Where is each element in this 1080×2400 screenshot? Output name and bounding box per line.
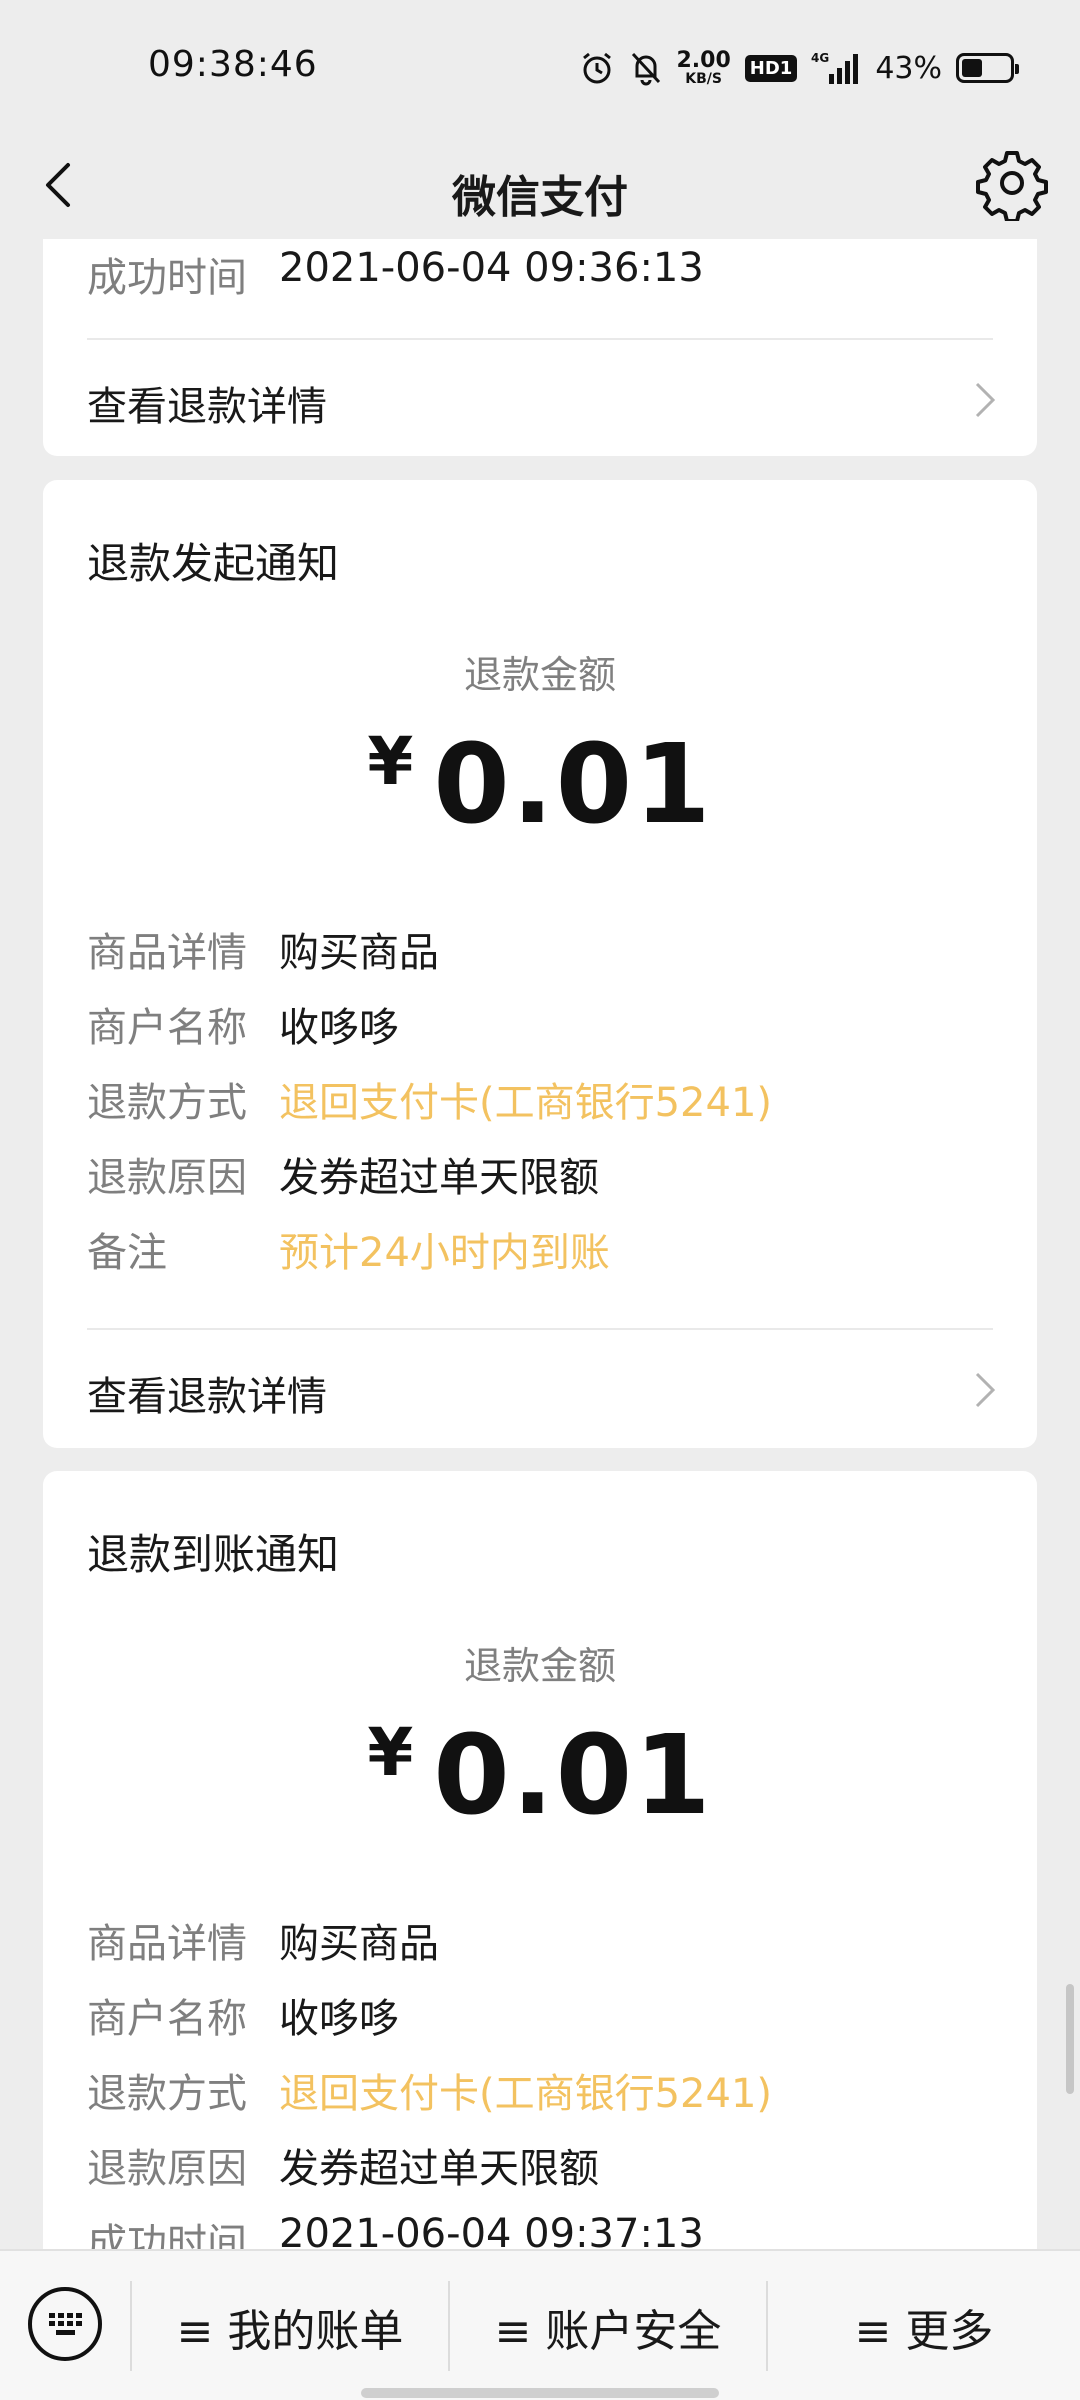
amount-value: 0.01: [433, 1711, 713, 1839]
info-row-refund-reason: 退款原因 发券超过单天限额: [87, 1145, 599, 1203]
menu-more[interactable]: ≡ 更多: [768, 2251, 1080, 2400]
info-row-success-time: 成功时间 2021-06-04 09:37:13: [87, 2211, 704, 2249]
alarm-icon: [582, 52, 611, 84]
battery-fill: [962, 59, 982, 77]
battery-icon: [956, 53, 1019, 83]
mute-bell-icon: [631, 52, 660, 86]
info-value: 收哆哆: [279, 1996, 399, 2042]
info-key: 商户名称: [87, 1005, 247, 1051]
info-value: 退回支付卡(工商银行5241): [279, 2071, 773, 2117]
net-speed: 2.00 KB/S: [676, 48, 731, 87]
info-key: 成功时间: [87, 255, 247, 301]
info-row-refund-method: 退款方式 退回支付卡(工商银行5241): [87, 1070, 772, 1128]
page-title: 微信支付: [452, 172, 628, 223]
net-speed-unit: KB/S: [685, 71, 722, 87]
status-bar: 09:38:46 2.00 KB/S HD1 4G 43%: [0, 0, 1080, 135]
refund-received-card: 退款到账通知 退款金额 ¥0.01 商品详情 购买商品 商户名称 收哆哆 退款方…: [43, 1471, 1037, 2249]
home-indicator[interactable]: [361, 2388, 719, 2398]
chevron-right-icon: [975, 382, 996, 418]
info-row-product: 商品详情 购买商品: [87, 1911, 439, 1969]
info-row-refund-reason: 退款原因 发券超过单天限额: [87, 2136, 599, 2194]
info-row-remark: 备注 预计24小时内到账: [87, 1220, 610, 1278]
signal-icon: 4G: [811, 51, 859, 84]
refund-amount: ¥0.01: [43, 720, 1037, 848]
info-row-merchant: 商户名称 收哆哆: [87, 995, 399, 1053]
link-label: 查看退款详情: [87, 1374, 327, 1420]
keyboard-icon: [49, 2313, 82, 2335]
keyboard-toggle-button[interactable]: [28, 2287, 102, 2361]
chevron-right-icon: [975, 1372, 996, 1408]
net-speed-value: 2.00: [676, 48, 731, 73]
info-key: 商品详情: [87, 1921, 247, 1967]
refund-initiated-card: 退款发起通知 退款金额 ¥0.01 商品详情 购买商品 商户名称 收哆哆 退款方…: [43, 480, 1037, 1448]
menu-my-bills[interactable]: ≡ 我的账单: [132, 2251, 448, 2400]
info-key: 商户名称: [87, 1996, 247, 2042]
currency-symbol: ¥: [367, 1714, 416, 1791]
card-title: 退款到账通知: [87, 1530, 340, 1579]
info-key: 商品详情: [87, 930, 247, 976]
info-key: 退款原因: [87, 2146, 247, 2192]
hd-badge: HD1: [744, 54, 798, 82]
bottom-toolbar: ≡ 我的账单 ≡ 账户安全 ≡ 更多: [0, 2249, 1080, 2400]
info-row: 成功时间 2021-06-04 09:36:13: [87, 245, 704, 303]
currency-symbol: ¥: [367, 723, 416, 800]
nav-bar: 微信支付: [0, 135, 1080, 239]
info-value: 发券超过单天限额: [279, 1155, 599, 1201]
status-time: 09:38:46: [148, 44, 318, 85]
amount-value: 0.01: [433, 720, 713, 848]
message-list[interactable]: 成功时间 2021-06-04 09:36:13 查看退款详情 退款发起通知 退…: [0, 239, 1080, 2249]
card-title: 退款发起通知: [87, 539, 340, 588]
info-key: 退款原因: [87, 1155, 247, 1201]
status-icons: 2.00 KB/S HD1 4G 43%: [579, 44, 1019, 92]
info-key: 成功时间: [87, 2221, 247, 2249]
info-value: 发券超过单天限额: [279, 2146, 599, 2192]
battery-percent: 43%: [875, 50, 942, 86]
info-row-product: 商品详情 购买商品: [87, 920, 439, 978]
info-key: 备注: [87, 1230, 167, 1276]
payment-card-top: 成功时间 2021-06-04 09:36:13 查看退款详情: [43, 239, 1037, 456]
menu-account-security[interactable]: ≡ 账户安全: [450, 2251, 766, 2400]
info-value: 2021-06-04 09:37:13: [279, 2211, 704, 2249]
info-row-refund-method: 退款方式 退回支付卡(工商银行5241): [87, 2061, 772, 2119]
info-row-merchant: 商户名称 收哆哆: [87, 1986, 399, 2044]
svg-text:4G: 4G: [811, 51, 829, 65]
gear-icon[interactable]: [974, 145, 1050, 221]
refund-amount: ¥0.01: [43, 1711, 1037, 1839]
info-value: 购买商品: [279, 1921, 439, 1967]
link-label: 查看退款详情: [87, 384, 327, 430]
info-value: 购买商品: [279, 930, 439, 976]
info-key: 退款方式: [87, 2071, 247, 2117]
amount-label: 退款金额: [463, 653, 616, 697]
info-value: 退回支付卡(工商银行5241): [279, 1080, 773, 1126]
view-refund-details-link[interactable]: 查看退款详情: [43, 340, 1037, 458]
info-value: 收哆哆: [279, 1005, 399, 1051]
scrollbar[interactable]: [1066, 1984, 1074, 2094]
info-key: 退款方式: [87, 1080, 247, 1126]
amount-label: 退款金额: [463, 1644, 616, 1688]
info-value: 2021-06-04 09:36:13: [279, 245, 704, 291]
view-refund-details-link[interactable]: 查看退款详情: [43, 1330, 1037, 1448]
info-value: 预计24小时内到账: [279, 1230, 610, 1276]
